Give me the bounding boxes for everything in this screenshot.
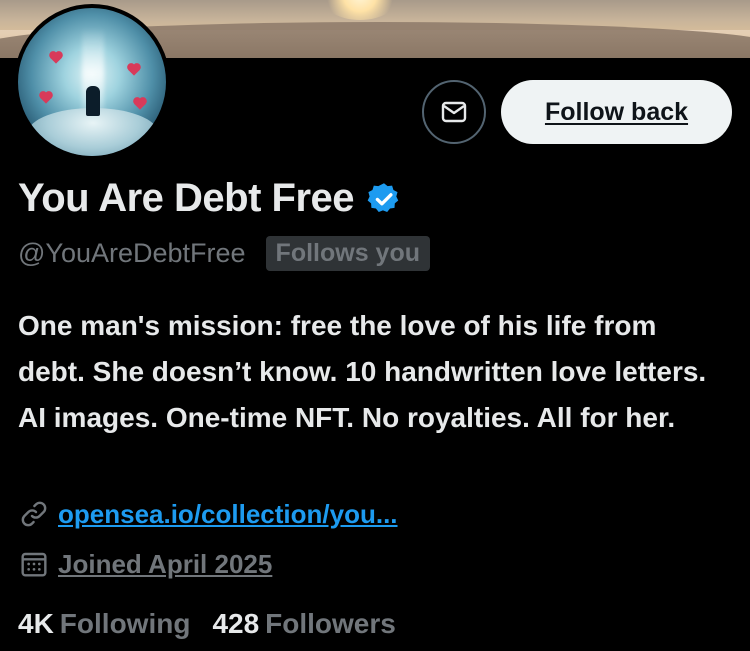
website-row: opensea.io/collection/you... [18, 498, 398, 530]
banner-sun [320, 0, 400, 20]
following-label: Following [59, 608, 191, 639]
bio: One man's mission: free the love of his … [18, 310, 707, 433]
website-link[interactable]: opensea.io/collection/you... [58, 499, 398, 530]
follow-stats: 4K Following 428 Followers [18, 608, 396, 640]
avatar-figure [86, 86, 100, 116]
followers-count: 428 [212, 608, 260, 639]
heart-icon [134, 98, 146, 110]
joined-date: Joined April 2025 [58, 548, 273, 579]
handle-row: @YouAreDebtFree Follows you [18, 236, 430, 271]
calendar-icon [21, 552, 47, 577]
following-stat[interactable]: 4K Following [18, 608, 190, 640]
verified-badge-icon[interactable] [366, 181, 402, 217]
follows-you-badge: Follows you [265, 236, 430, 271]
link-icon [21, 501, 47, 527]
joined-row: Joined April 2025 [18, 548, 272, 580]
followers-label: Followers [265, 608, 396, 639]
name-row: You Are Debt Free [18, 176, 402, 221]
following-count: 4K [18, 608, 54, 639]
heart-icon [50, 52, 62, 64]
follow-back-button[interactable]: Follow back [501, 80, 732, 144]
followers-stat[interactable]: 428 Followers [212, 608, 395, 640]
avatar[interactable] [14, 4, 170, 160]
message-button[interactable] [422, 80, 486, 144]
handle: @YouAreDebtFree [18, 238, 246, 268]
heart-icon [40, 92, 52, 104]
heart-icon [128, 64, 140, 76]
display-name: You Are Debt Free [18, 176, 355, 220]
envelope-icon [441, 101, 467, 123]
